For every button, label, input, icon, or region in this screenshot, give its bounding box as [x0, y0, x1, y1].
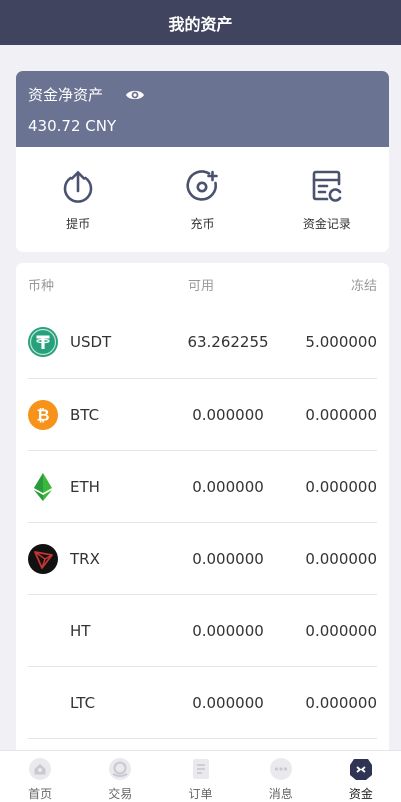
coin-name: USDT — [70, 332, 112, 351]
assets-icon — [349, 759, 372, 780]
coin-name: LTC — [70, 693, 96, 712]
svg-text:₿: ₿ — [36, 405, 49, 424]
header-frozen: 冻结 — [350, 278, 377, 294]
tab-label: 交易 — [108, 787, 133, 801]
eye-icon[interactable] — [125, 88, 145, 102]
home-icon — [29, 758, 52, 780]
tab-label: 消息 — [268, 787, 293, 801]
coin-name: TRX — [70, 549, 100, 568]
deposit-button[interactable]: 充币 — [140, 147, 264, 252]
coin-name: HT — [70, 621, 91, 640]
coin-row-trx[interactable]: TRX 0.000000 0.000000 — [28, 523, 377, 595]
eth-icon — [28, 472, 58, 502]
bottom-tabbar: 首页 交易 订单 消息 资金 — [0, 750, 401, 802]
asset-label: 资金净资产 — [28, 86, 104, 104]
available-amount: 63.262255 — [187, 332, 269, 351]
message-icon — [269, 758, 292, 780]
records-button[interactable]: 资金记录 — [265, 147, 389, 252]
records-label: 资金记录 — [302, 217, 351, 231]
trade-icon — [109, 758, 132, 780]
tab-assets[interactable]: 资金 — [321, 751, 401, 802]
coin-row-eth[interactable]: ETH 0.000000 0.000000 — [28, 451, 377, 523]
tab-home[interactable]: 首页 — [0, 751, 80, 802]
coin-list: 币种 可用 冻结 USDT 63.262255 5.000000 ₿ BTC 0… — [16, 263, 389, 763]
withdraw-icon — [63, 170, 93, 203]
btc-icon: ₿ — [28, 399, 58, 430]
asset-summary: 资金净资产 430.72 CNY — [16, 71, 389, 147]
ltc-icon-placeholder — [28, 688, 58, 718]
deposit-label: 充币 — [190, 217, 215, 231]
available-amount: 0.000000 — [192, 477, 264, 496]
frozen-amount: 0.000000 — [305, 621, 377, 640]
frozen-amount: 0.000000 — [305, 549, 377, 568]
frozen-amount: 0.000000 — [305, 477, 377, 496]
available-amount: 0.000000 — [192, 621, 264, 640]
ht-icon-placeholder — [28, 616, 58, 646]
tab-message[interactable]: 消息 — [241, 751, 321, 802]
list-header: 币种 可用 冻结 — [16, 263, 389, 305]
available-amount: 0.000000 — [192, 549, 264, 568]
header-coin: 币种 — [28, 278, 55, 294]
available-amount: 0.000000 — [192, 693, 264, 712]
order-icon — [192, 759, 209, 779]
coin-row-ht[interactable]: HT 0.000000 0.000000 — [28, 595, 377, 667]
usdt-icon — [28, 326, 58, 357]
coin-row-ltc[interactable]: LTC 0.000000 0.000000 — [28, 667, 377, 739]
coin-name: BTC — [70, 405, 100, 424]
frozen-amount: 0.000000 — [305, 693, 377, 712]
asset-amount: 430.72 CNY — [28, 117, 117, 135]
asset-card: 资金净资产 430.72 CNY 提币 充币 资金记录 — [16, 71, 389, 252]
trx-icon — [28, 543, 58, 574]
available-amount: 0.000000 — [192, 405, 264, 424]
header-available: 可用 — [188, 278, 215, 294]
records-icon — [312, 170, 342, 202]
coin-name: ETH — [70, 477, 100, 496]
frozen-amount: 5.000000 — [305, 332, 377, 351]
coin-row-btc[interactable]: ₿ BTC 0.000000 0.000000 — [28, 379, 377, 451]
withdraw-button[interactable]: 提币 — [16, 147, 140, 252]
coin-row-usdt[interactable]: USDT 63.262255 5.000000 — [28, 305, 377, 379]
frozen-amount: 0.000000 — [305, 405, 377, 424]
deposit-icon — [186, 170, 219, 201]
page-title: 我的资产 — [168, 14, 233, 34]
action-bar: 提币 充币 资金记录 — [16, 147, 389, 252]
tab-label: 首页 — [28, 787, 53, 801]
withdraw-label: 提币 — [66, 217, 91, 231]
tab-order[interactable]: 订单 — [160, 751, 240, 802]
page-header: 我的资产 — [0, 0, 401, 45]
tab-label: 资金 — [348, 787, 373, 801]
tab-trade[interactable]: 交易 — [80, 751, 160, 802]
tab-label: 订单 — [188, 787, 213, 801]
